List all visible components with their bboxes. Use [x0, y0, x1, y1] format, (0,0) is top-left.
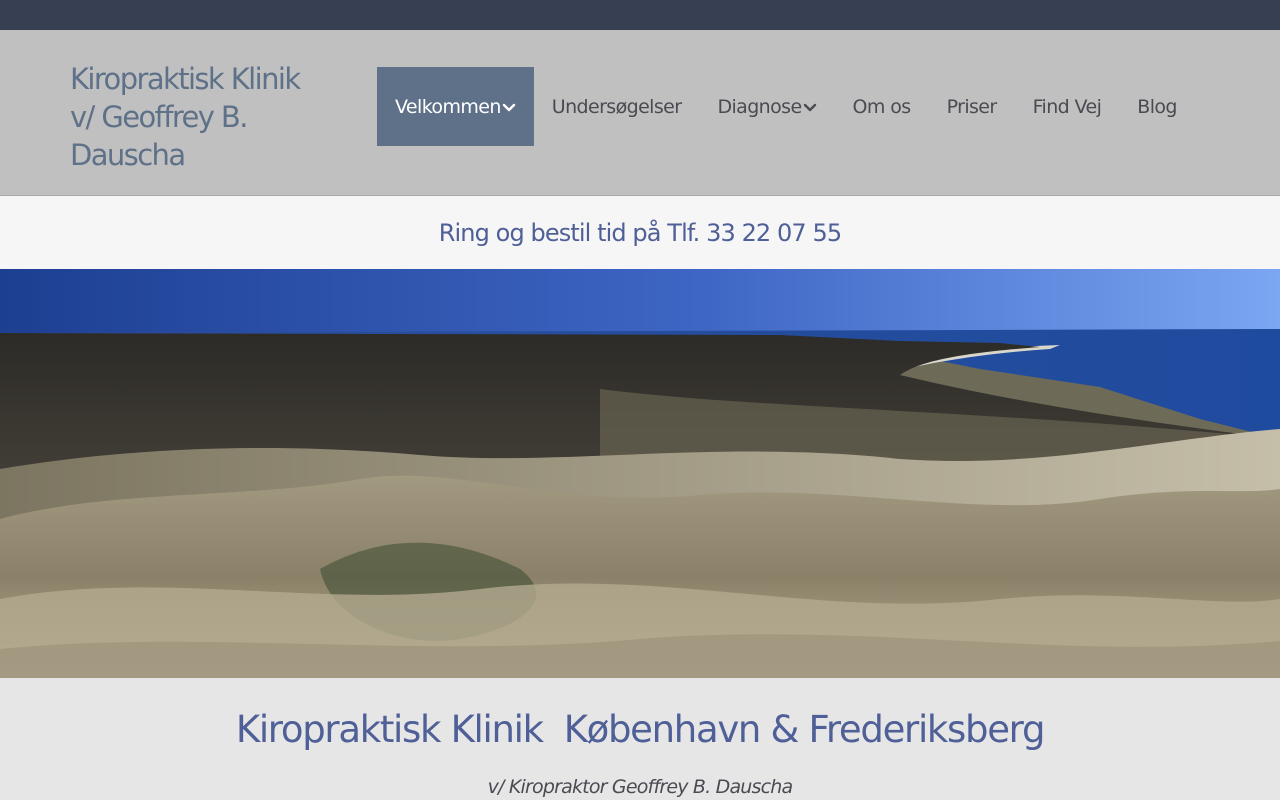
nav-item-label: Velkommen: [395, 95, 501, 118]
call-to-book-bar: Ring og bestil tid på Tlf. 33 22 07 55: [0, 196, 1280, 269]
nav-item-blog[interactable]: Blog: [1119, 67, 1195, 146]
chevron-down-icon: [502, 100, 516, 114]
main-nav: Velkommen Undersøgelser Diagnose Om os P…: [377, 67, 1195, 146]
nav-item-label: Diagnose: [717, 95, 802, 118]
nav-item-label: Find Vej: [1032, 95, 1102, 118]
top-strip: [0, 0, 1280, 30]
call-to-book-text: Ring og bestil tid på Tlf. 33 22 07 55: [438, 218, 842, 247]
intro-section: Kiropraktisk Klinik København & Frederik…: [0, 678, 1280, 800]
site-title-link[interactable]: Kiropraktisk Klinik v/ Geoffrey B. Dausc…: [70, 60, 320, 174]
nav-item-priser[interactable]: Priser: [929, 67, 1015, 146]
nav-item-label: Om os: [852, 95, 912, 118]
site-header: Kiropraktisk Klinik v/ Geoffrey B. Dausc…: [0, 30, 1280, 196]
nav-item-label: Priser: [946, 95, 998, 118]
hero-landscape-illustration: [0, 269, 1280, 678]
chevron-down-icon: [803, 100, 817, 114]
nav-item-label: Undersøgelser: [551, 95, 682, 118]
nav-item-diagnose[interactable]: Diagnose: [699, 67, 834, 146]
page-title: Kiropraktisk Klinik København & Frederik…: [235, 708, 1046, 751]
nav-item-find-vej[interactable]: Find Vej: [1015, 67, 1120, 146]
nav-item-label: Blog: [1137, 95, 1177, 118]
nav-item-undersogelser[interactable]: Undersøgelser: [534, 67, 700, 146]
nav-item-om-os[interactable]: Om os: [835, 67, 929, 146]
nav-item-velkommen[interactable]: Velkommen: [377, 67, 534, 146]
hero-image: [0, 269, 1280, 678]
page-subtitle: v/ Kiropraktor Geoffrey B. Dauscha: [487, 776, 794, 798]
